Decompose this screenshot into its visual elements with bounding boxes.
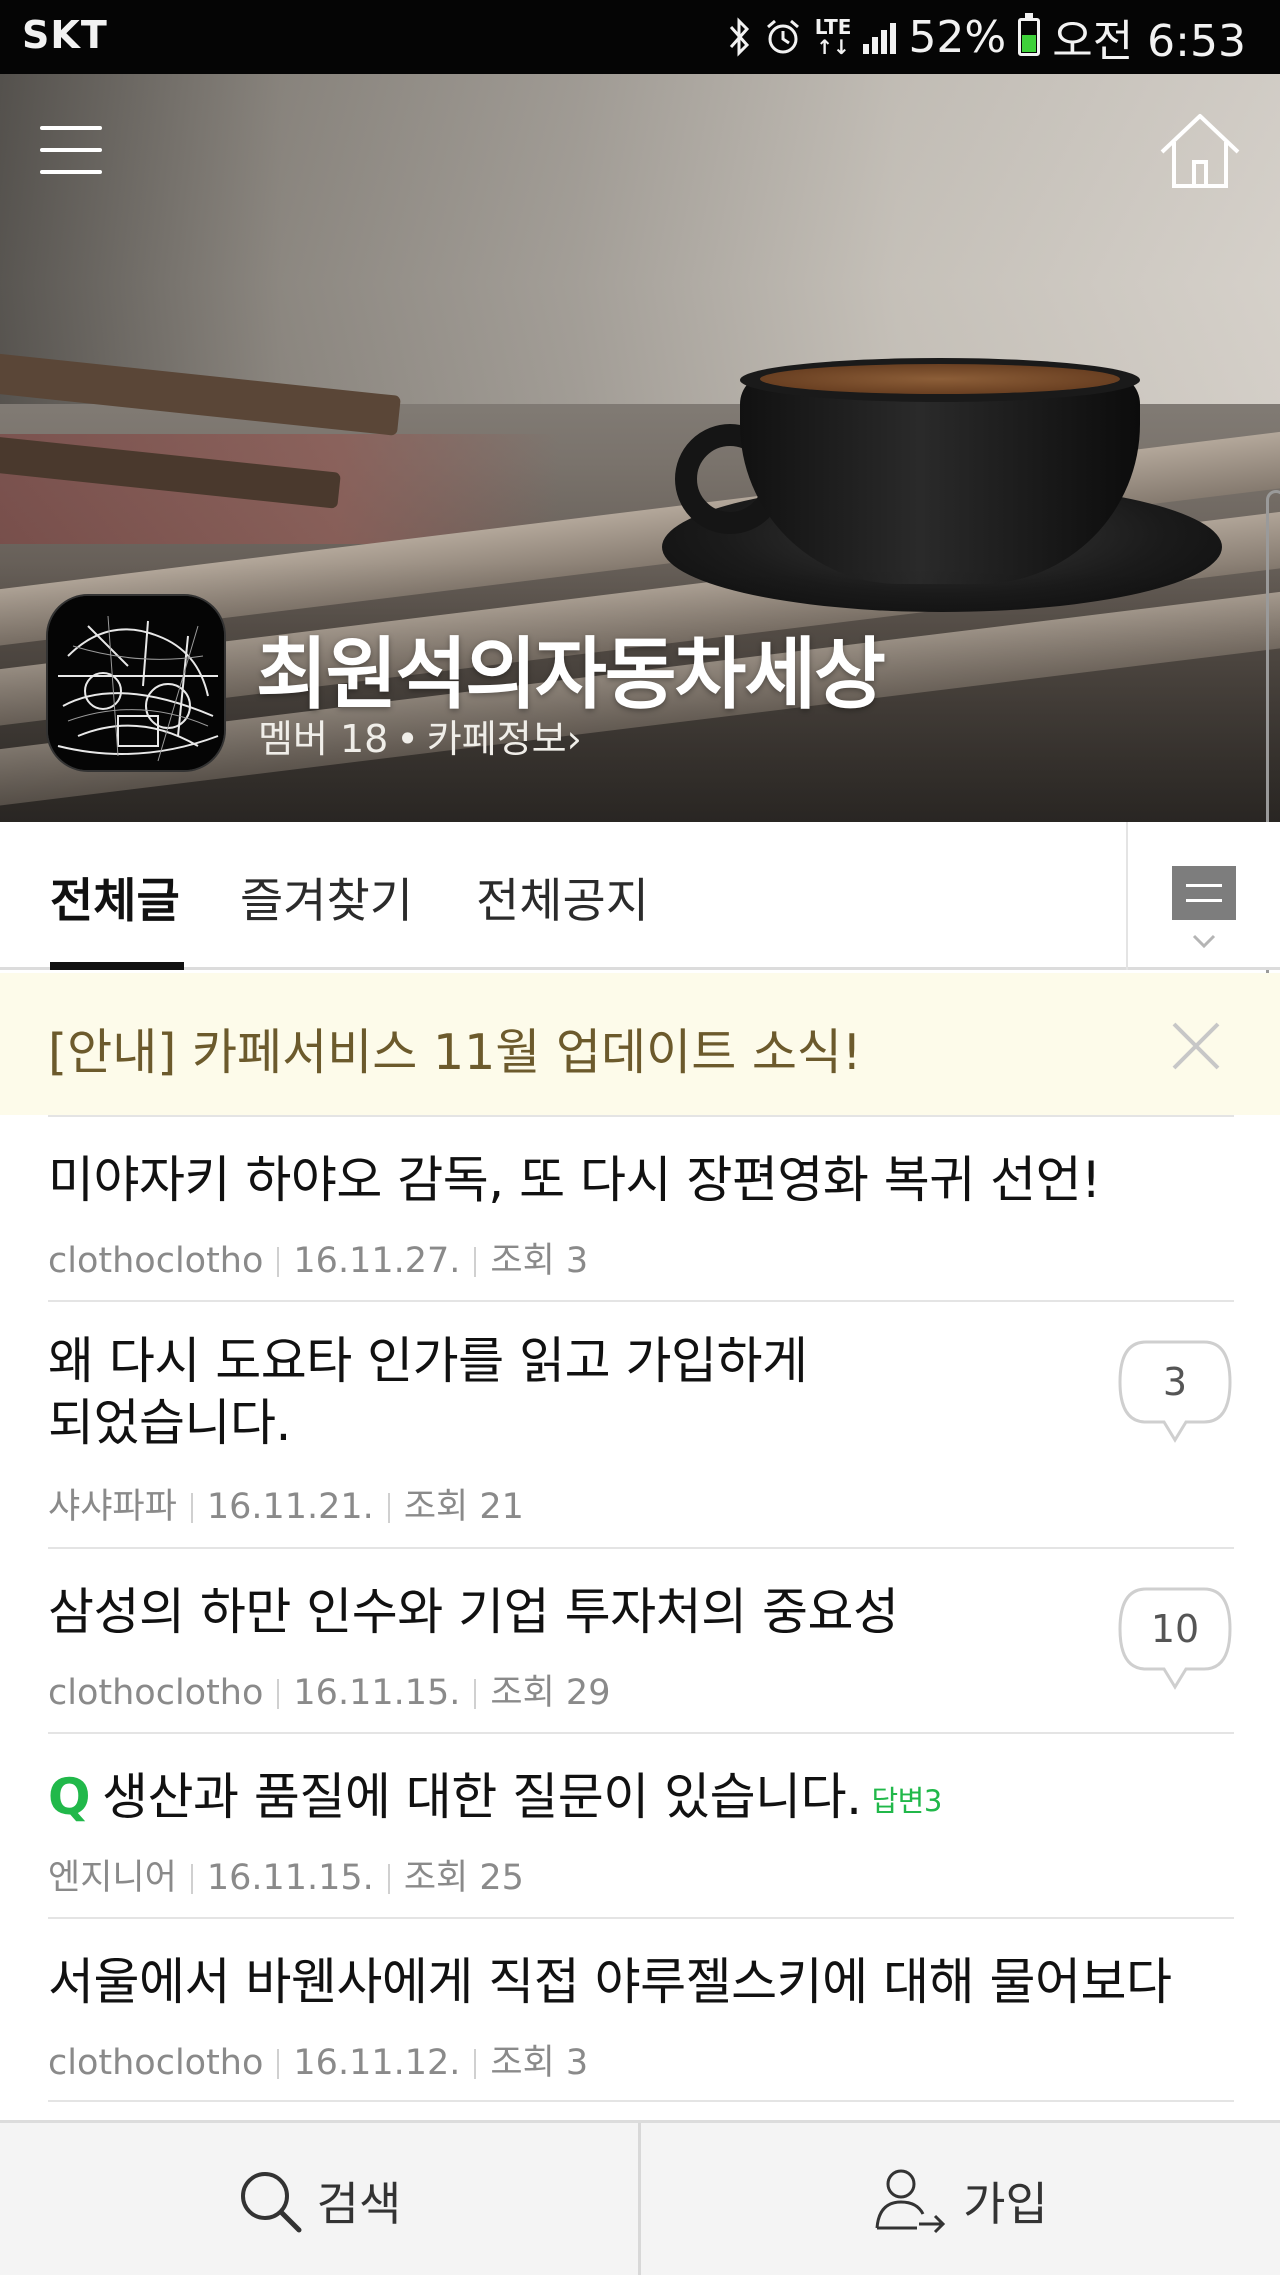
alarm-icon (766, 19, 799, 54)
list-item[interactable]: 미야자키 하야오 감독, 또 다시 장편영화 복귀 선언! clothoclot… (48, 1115, 1234, 1300)
tab-favorites[interactable]: 즐겨찾기 (240, 862, 413, 931)
post-title-line: 왜 다시 도요타 인가를 읽고 가입하게 (48, 1332, 808, 1390)
carrier-label: SKT (22, 13, 108, 57)
meta-separator (387, 1493, 390, 1523)
post-title[interactable]: 미야자키 하야오 감독, 또 다시 장편영화 복귀 선언! (48, 1149, 1101, 1211)
list-item[interactable]: 서울에서 바웬사에게 직접 야루젤스키에 대해 물어보다 clothocloth… (48, 1917, 1234, 2102)
post-views: 조회 21 (403, 1487, 524, 1527)
battery-icon (1018, 13, 1041, 56)
post-meta: 샤샤파파 16.11.21. 조회 21 (48, 1478, 524, 1529)
meta-dot: • (396, 717, 419, 761)
meta-separator (190, 1493, 193, 1523)
post-title[interactable]: 왜 다시 도요타 인가를 읽고 가입하게 되었습니다. (48, 1330, 948, 1454)
cafe-info-link[interactable]: 카페정보› (427, 717, 582, 761)
list-item[interactable]: 왜 다시 도요타 인가를 읽고 가입하게 되었습니다. 샤샤파파 16.11.21… (48, 1300, 1234, 1547)
tabs-divider (1126, 822, 1128, 970)
bottom-action-bar: 검색 가입 (0, 2120, 1280, 2275)
signal-icon (863, 20, 897, 54)
search-button-label: 검색 (316, 2176, 402, 2231)
comment-count-bubble[interactable]: 3 (1116, 1338, 1234, 1446)
member-count: 멤버 18 (258, 717, 389, 761)
comment-count-bubble[interactable]: 10 (1116, 1585, 1234, 1693)
answer-count-badge: 답변3 (871, 1783, 942, 1818)
home-icon[interactable] (1158, 110, 1242, 190)
post-title[interactable]: 삼성의 하만 인수와 기업 투자처의 중요성 (48, 1581, 899, 1643)
meta-separator (277, 1247, 280, 1277)
active-tab-indicator (50, 962, 184, 970)
hamburger-menu-icon[interactable] (40, 120, 102, 180)
post-title-text: 생산과 품질에 대한 질문이 있습니다. (102, 1768, 862, 1826)
comment-count: 3 (1162, 1360, 1188, 1404)
post-author: clothoclotho (48, 1673, 264, 1713)
notice-text[interactable]: [안내] 카페서비스 11월 업데이트 소식! (48, 1013, 862, 1084)
post-meta: clothoclotho 16.11.27. 조회 3 (48, 1232, 588, 1283)
meta-separator (474, 1247, 477, 1277)
join-button[interactable]: 가입 (641, 2123, 1280, 2275)
search-icon (240, 2171, 302, 2232)
meta-separator (277, 2049, 280, 2079)
post-date: 16.11.15. (206, 1858, 374, 1898)
cafe-cover: 최원석의자동차세상 멤버 18 • 카페정보› (0, 74, 1280, 822)
lte-label: LTE (814, 15, 852, 39)
post-title[interactable]: 서울에서 바웬사에게 직접 야루젤스키에 대해 물어보다 (48, 1951, 1172, 2013)
list-item[interactable]: Q 생산과 품질에 대한 질문이 있습니다. 답변3 엔지니어 16.11.15. 조회… (48, 1732, 1234, 1917)
post-author: clothoclotho (48, 2043, 264, 2083)
cover-toolbar (0, 74, 1280, 224)
post-views: 조회 25 (403, 1858, 524, 1898)
post-author: 샤샤파파 (48, 1487, 177, 1527)
cafe-logo-drawing (48, 596, 224, 770)
post-views: 조회 29 (490, 1673, 611, 1713)
join-button-label: 가입 (963, 2176, 1048, 2231)
post-views: 조회 3 (490, 1241, 589, 1281)
tab-all-notices[interactable]: 전체공지 (476, 862, 649, 931)
question-mark-label: Q (48, 1768, 91, 1826)
post-date: 16.11.15. (293, 1673, 461, 1713)
cafe-logo-image (46, 594, 226, 772)
clock: 오전 6:53 (1052, 16, 1246, 67)
post-author: 엔지니어 (48, 1858, 177, 1898)
search-button[interactable]: 검색 (0, 2123, 638, 2275)
join-user-icon (875, 2169, 946, 2233)
notice-banner: [안내] 카페서비스 11월 업데이트 소식! (0, 973, 1280, 1115)
post-meta: clothoclotho 16.11.12. 조회 3 (48, 2034, 588, 2085)
post-title[interactable]: Q 생산과 품질에 대한 질문이 있습니다. 답변3 (48, 1766, 942, 1832)
post-meta: 엔지니어 16.11.15. 조회 25 (48, 1849, 524, 1900)
tab-all-posts[interactable]: 전체글 (50, 862, 180, 931)
post-title-line: 되었습니다. (48, 1394, 291, 1452)
post-author: clothoclotho (48, 1241, 264, 1281)
cover-detail (760, 364, 1120, 394)
board-tabs: 전체글 즐겨찾기 전체공지 (0, 822, 1280, 970)
post-views: 조회 3 (490, 2043, 589, 2083)
status-bar: SKT LTE ↑↓ 52% 오전 6:53 (0, 0, 1280, 74)
status-icons: LTE ↑↓ 52% 오전 6:53 (727, 8, 1246, 67)
meta-separator (474, 2049, 477, 2079)
post-date: 16.11.12. (293, 2043, 461, 2083)
close-icon[interactable] (1170, 1020, 1222, 1072)
battery-percent: 52% (908, 11, 1007, 63)
post-date: 16.11.27. (293, 1241, 461, 1281)
bluetooth-icon (729, 17, 749, 57)
comment-count: 10 (1150, 1607, 1200, 1651)
lte-arrows: ↑↓ (816, 35, 850, 59)
meta-separator (387, 1864, 390, 1894)
board-list-icon[interactable] (1172, 866, 1236, 956)
cafe-meta: 멤버 18 • 카페정보› (258, 708, 582, 763)
lte-icon: LTE ↑↓ (815, 17, 852, 57)
meta-separator (277, 1679, 280, 1709)
list-item[interactable]: 삼성의 하만 인수와 기업 투자처의 중요성 clothoclotho 16.11… (48, 1547, 1234, 1732)
meta-separator (474, 1679, 477, 1709)
battery-fill (1022, 35, 1037, 52)
post-date: 16.11.21. (206, 1487, 374, 1527)
post-meta: clothoclotho 16.11.15. 조회 29 (48, 1664, 610, 1715)
meta-separator (190, 1864, 193, 1894)
